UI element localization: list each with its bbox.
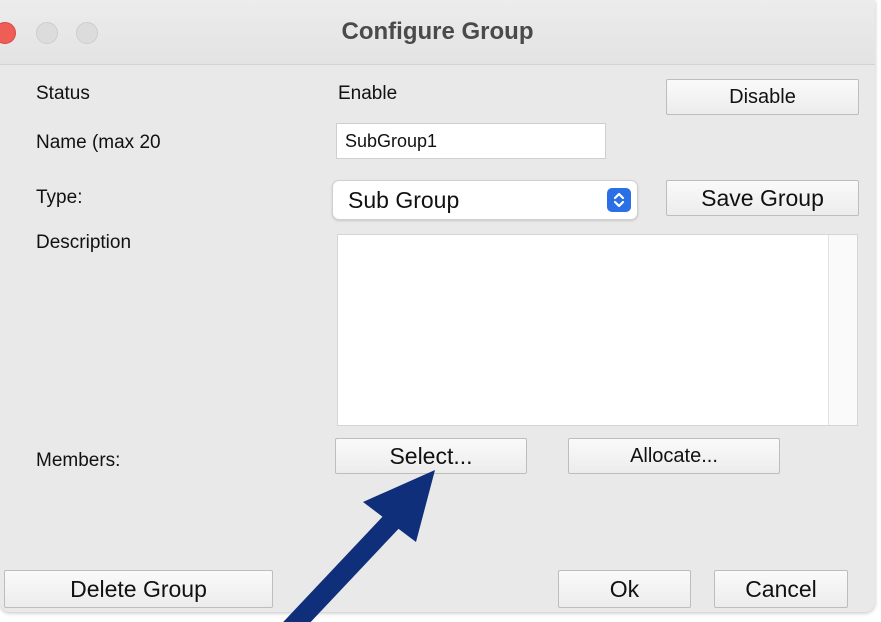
status-value: Enable <box>338 83 398 104</box>
name-input[interactable]: SubGroup1 <box>336 123 606 159</box>
description-textarea[interactable] <box>337 234 858 426</box>
name-label: Name (max 20 <box>36 132 161 153</box>
type-label: Type: <box>36 187 83 208</box>
save-group-button[interactable]: Save Group <box>666 180 859 216</box>
delete-group-button[interactable]: Delete Group <box>4 570 273 608</box>
members-label: Members: <box>36 450 121 471</box>
cancel-button[interactable]: Cancel <box>714 570 848 608</box>
title-bar: Configure Group <box>0 0 875 65</box>
chevron-updown-icon <box>607 188 631 212</box>
window-title: Configure Group <box>341 18 534 45</box>
allocate-button[interactable]: Allocate... <box>568 438 780 474</box>
type-select[interactable]: Sub Group <box>332 180 638 220</box>
description-scrollbar[interactable] <box>828 235 857 425</box>
status-label: Status <box>36 83 90 104</box>
disable-button[interactable]: Disable <box>666 79 859 115</box>
configure-group-window: Configure Group Status Enable Disable Na… <box>0 0 875 612</box>
description-label: Description <box>36 232 132 253</box>
type-select-value: Sub Group <box>348 187 460 213</box>
ok-button[interactable]: Ok <box>558 570 691 608</box>
select-members-button[interactable]: Select... <box>335 438 527 474</box>
